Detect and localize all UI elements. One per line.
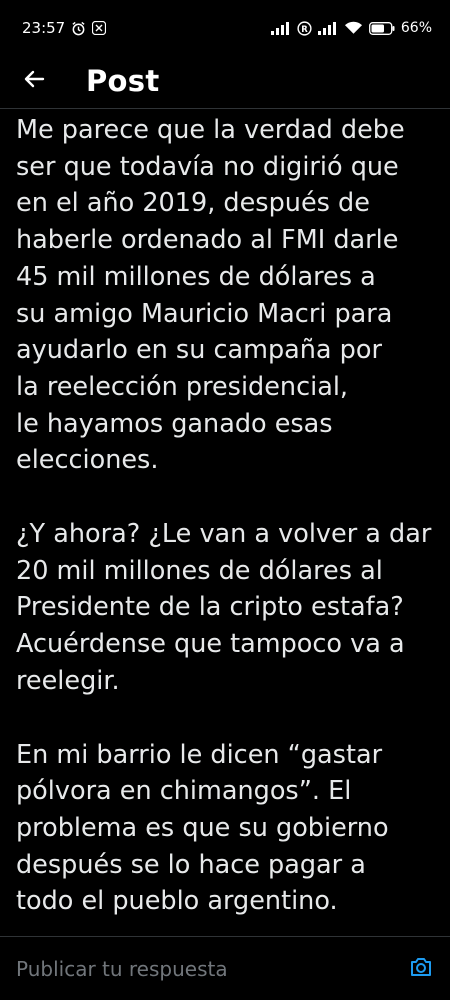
- post-content: Me parece que la verdad debe ser que tod…: [16, 112, 436, 936]
- header-divider: [0, 108, 450, 109]
- post-paragraph-3: En mi barrio le dicen “gastar pólvora en…: [16, 739, 389, 917]
- status-bar: 23:57 R 66%: [0, 0, 450, 56]
- status-left: 23:57: [22, 19, 107, 37]
- battery-value: 66: [400, 20, 419, 36]
- status-right: R 66%: [270, 20, 432, 36]
- post-paragraph-1: Me parece que la verdad debe ser que tod…: [16, 115, 405, 476]
- post-paragraph-2: ¿Y ahora? ¿Le van a volver a dar 20 mil …: [16, 519, 432, 696]
- battery-icon: [368, 21, 395, 35]
- battery-percent: 66%: [400, 20, 432, 36]
- signal-icon: [270, 21, 291, 35]
- arrow-left-icon: [22, 67, 46, 95]
- status-time: 23:57: [22, 19, 66, 37]
- back-button[interactable]: [16, 63, 52, 99]
- registered-icon: R: [297, 20, 312, 36]
- svg-text:R: R: [301, 23, 308, 33]
- x-app-icon: [92, 21, 107, 35]
- page-title: Post: [86, 64, 160, 98]
- header: Post: [0, 56, 450, 106]
- camera-button[interactable]: [406, 954, 436, 984]
- signal-icon: [317, 21, 338, 35]
- camera-icon: [409, 956, 433, 982]
- reply-bar: Publicar tu respuesta: [0, 936, 450, 1000]
- reply-input[interactable]: Publicar tu respuesta: [16, 957, 228, 981]
- alarm-icon: [71, 21, 86, 36]
- wifi-icon: [344, 21, 363, 35]
